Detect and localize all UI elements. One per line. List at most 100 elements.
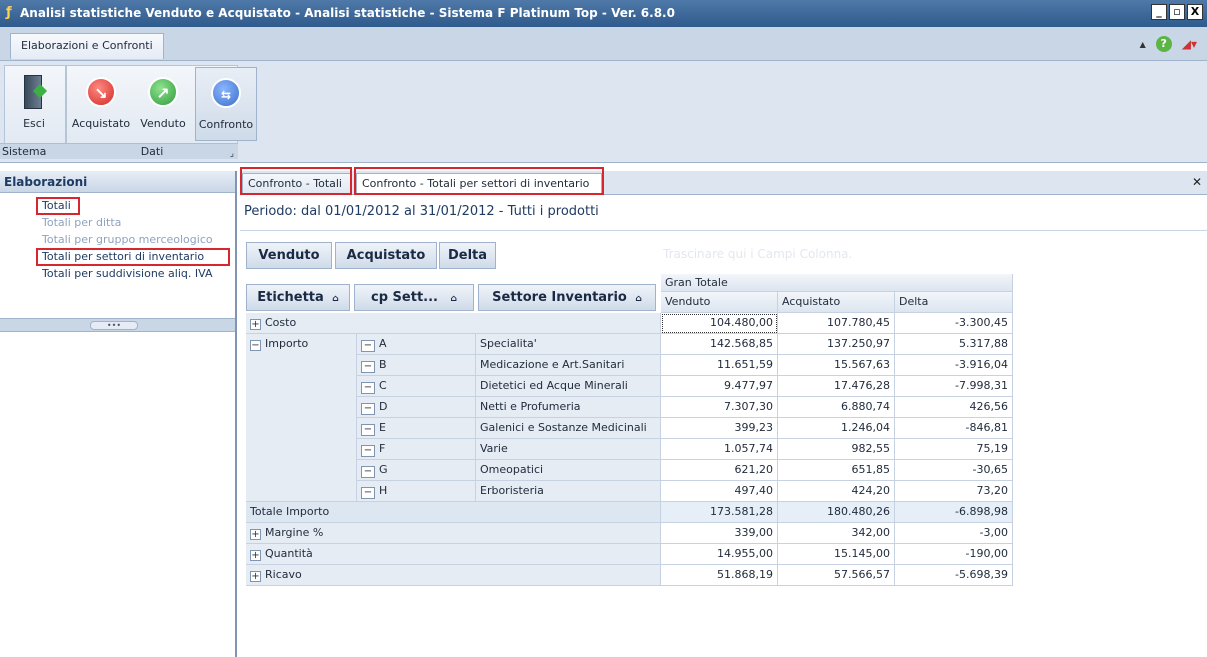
row-settore-code[interactable]: − D [357, 397, 476, 418]
collapse-icon[interactable]: − [361, 403, 375, 415]
options-icon[interactable]: ◢▾ [1182, 37, 1197, 51]
collapse-icon[interactable]: − [361, 340, 375, 352]
row-settore-code[interactable]: − H [357, 481, 476, 502]
cell-value[interactable]: 6.880,74 [778, 397, 895, 418]
cell-value[interactable]: -190,00 [895, 544, 1013, 565]
cell-value[interactable]: 11.651,59 [661, 355, 778, 376]
help-icon[interactable]: ? [1155, 36, 1172, 52]
cell-value[interactable]: 497,40 [661, 481, 778, 502]
row-importo[interactable]: − Importo [246, 334, 357, 502]
cell-value[interactable]: -3,00 [895, 523, 1013, 544]
cell-value[interactable]: 621,20 [661, 460, 778, 481]
expand-icon[interactable]: + [250, 571, 261, 582]
data-field-venduto[interactable]: Venduto [246, 242, 332, 269]
tab-elaborazioni-e-confronti[interactable]: Elaborazioni e Confronti [10, 33, 164, 59]
close-window-button[interactable]: X [1187, 4, 1203, 20]
cell-value[interactable]: 107.780,45 [778, 313, 895, 334]
cell-value[interactable]: -846,81 [895, 418, 1013, 439]
cell-value[interactable]: 15.145,00 [778, 544, 895, 565]
cell-value[interactable]: 982,55 [778, 439, 895, 460]
col-header-delta[interactable]: Delta [895, 292, 1013, 313]
restore-button[interactable]: ▫ [1169, 4, 1185, 20]
cell-value[interactable]: -6.898,98 [895, 502, 1013, 523]
cell-value[interactable]: 1.057,74 [661, 439, 778, 460]
minimize-button[interactable]: _ [1151, 4, 1167, 20]
dialog-launcher-icon[interactable]: ⌟ [230, 146, 234, 162]
list-item-gruppo-merceologico[interactable]: Totali per gruppo merceologico [42, 233, 213, 246]
cell-value[interactable]: 75,19 [895, 439, 1013, 460]
collapse-icon[interactable]: − [361, 445, 375, 457]
expand-icon[interactable]: + [250, 319, 261, 330]
row-settore-name[interactable]: Galenici e Sostanze Medicinali [476, 418, 661, 439]
data-field-acquistato[interactable]: Acquistato [335, 242, 437, 269]
row-settore-name[interactable]: Netti e Profumeria [476, 397, 661, 418]
row-settore-name[interactable]: Dietetici ed Acque Minerali [476, 376, 661, 397]
row-settore-code[interactable]: − C [357, 376, 476, 397]
cell-value[interactable]: -7.998,31 [895, 376, 1013, 397]
row-ricavo[interactable]: + Ricavo [246, 565, 661, 586]
row-costo[interactable]: + Costo [246, 313, 661, 334]
cell-value[interactable]: 342,00 [778, 523, 895, 544]
cell-value[interactable]: 651,85 [778, 460, 895, 481]
row-settore-name[interactable]: Varie [476, 439, 661, 460]
row-settore-name[interactable]: Specialita' [476, 334, 661, 355]
row-settore-code[interactable]: − E [357, 418, 476, 439]
cell-value[interactable]: 73,20 [895, 481, 1013, 502]
data-field-delta[interactable]: Delta [439, 242, 496, 269]
row-settore-code[interactable]: − A [357, 334, 476, 355]
cell-value[interactable]: -5.698,39 [895, 565, 1013, 586]
cell-value[interactable]: 426,56 [895, 397, 1013, 418]
collapse-icon[interactable]: − [361, 424, 375, 436]
expand-icon[interactable]: + [250, 529, 261, 540]
cell-value[interactable]: -3.300,45 [895, 313, 1013, 334]
row-settore-name[interactable]: Omeopatici [476, 460, 661, 481]
row-field-etichetta[interactable]: Etichetta ⌂ [246, 284, 350, 311]
col-header-acquistato[interactable]: Acquistato [778, 292, 895, 313]
cell-value[interactable]: 142.568,85 [661, 334, 778, 355]
cell-value[interactable]: 1.246,04 [778, 418, 895, 439]
acquistato-button[interactable]: ↘ Acquistato [70, 67, 132, 141]
cell-value[interactable]: 5.317,88 [895, 334, 1013, 355]
row-settore-code[interactable]: − G [357, 460, 476, 481]
cell-value[interactable]: -3.916,04 [895, 355, 1013, 376]
splitter-grip-icon[interactable]: ••• [90, 321, 138, 330]
cell-value[interactable]: 7.307,30 [661, 397, 778, 418]
collapse-ribbon-icon[interactable]: ▲ [1140, 40, 1146, 49]
cell-value[interactable]: 424,20 [778, 481, 895, 502]
row-field-settore-inventario[interactable]: Settore Inventario ⌂ [478, 284, 656, 311]
collapse-icon[interactable]: − [361, 466, 375, 478]
collapse-icon[interactable]: − [250, 340, 261, 351]
list-item-aliquota-iva[interactable]: Totali per suddivisione aliq. IVA [42, 267, 212, 280]
row-margine[interactable]: + Margine % [246, 523, 661, 544]
cell-value[interactable]: 9.477,97 [661, 376, 778, 397]
expand-icon[interactable]: + [250, 550, 261, 561]
esci-button[interactable]: Esci [8, 67, 60, 141]
cell-value[interactable]: 17.476,28 [778, 376, 895, 397]
cell-value[interactable]: 180.480,26 [778, 502, 895, 523]
row-settore-code[interactable]: − F [357, 439, 476, 460]
cell-value[interactable]: 137.250,97 [778, 334, 895, 355]
cell-value[interactable]: 173.581,28 [661, 502, 778, 523]
list-item-totali-per-ditta[interactable]: Totali per ditta [42, 216, 121, 229]
cell-value[interactable]: 399,23 [661, 418, 778, 439]
collapse-icon[interactable]: − [361, 382, 375, 394]
panel-splitter[interactable]: ••• [0, 318, 235, 332]
confronto-button[interactable]: ⇆ Confronto [195, 67, 257, 141]
cell-value[interactable]: 15.567,63 [778, 355, 895, 376]
row-settore-name[interactable]: Erboristeria [476, 481, 661, 502]
cell-value[interactable]: 51.868,19 [661, 565, 778, 586]
cell-value[interactable]: -30,65 [895, 460, 1013, 481]
close-document-icon[interactable]: ✕ [1190, 175, 1204, 189]
row-settore-name[interactable]: Medicazione e Art.Sanitari [476, 355, 661, 376]
cell-value[interactable]: 57.566,57 [778, 565, 895, 586]
row-settore-code[interactable]: − B [357, 355, 476, 376]
cell-value[interactable]: 14.955,00 [661, 544, 778, 565]
row-field-cp-sett[interactable]: cp Sett... ⌂ [354, 284, 474, 311]
col-header-venduto[interactable]: Venduto [661, 292, 778, 313]
cell-value[interactable]: 339,00 [661, 523, 778, 544]
collapse-icon[interactable]: − [361, 487, 375, 499]
collapse-icon[interactable]: − [361, 361, 375, 373]
cell-value[interactable]: 104.480,00 [661, 313, 778, 334]
row-quantita[interactable]: + Quantità [246, 544, 661, 565]
venduto-button[interactable]: ↗ Venduto [134, 67, 192, 141]
